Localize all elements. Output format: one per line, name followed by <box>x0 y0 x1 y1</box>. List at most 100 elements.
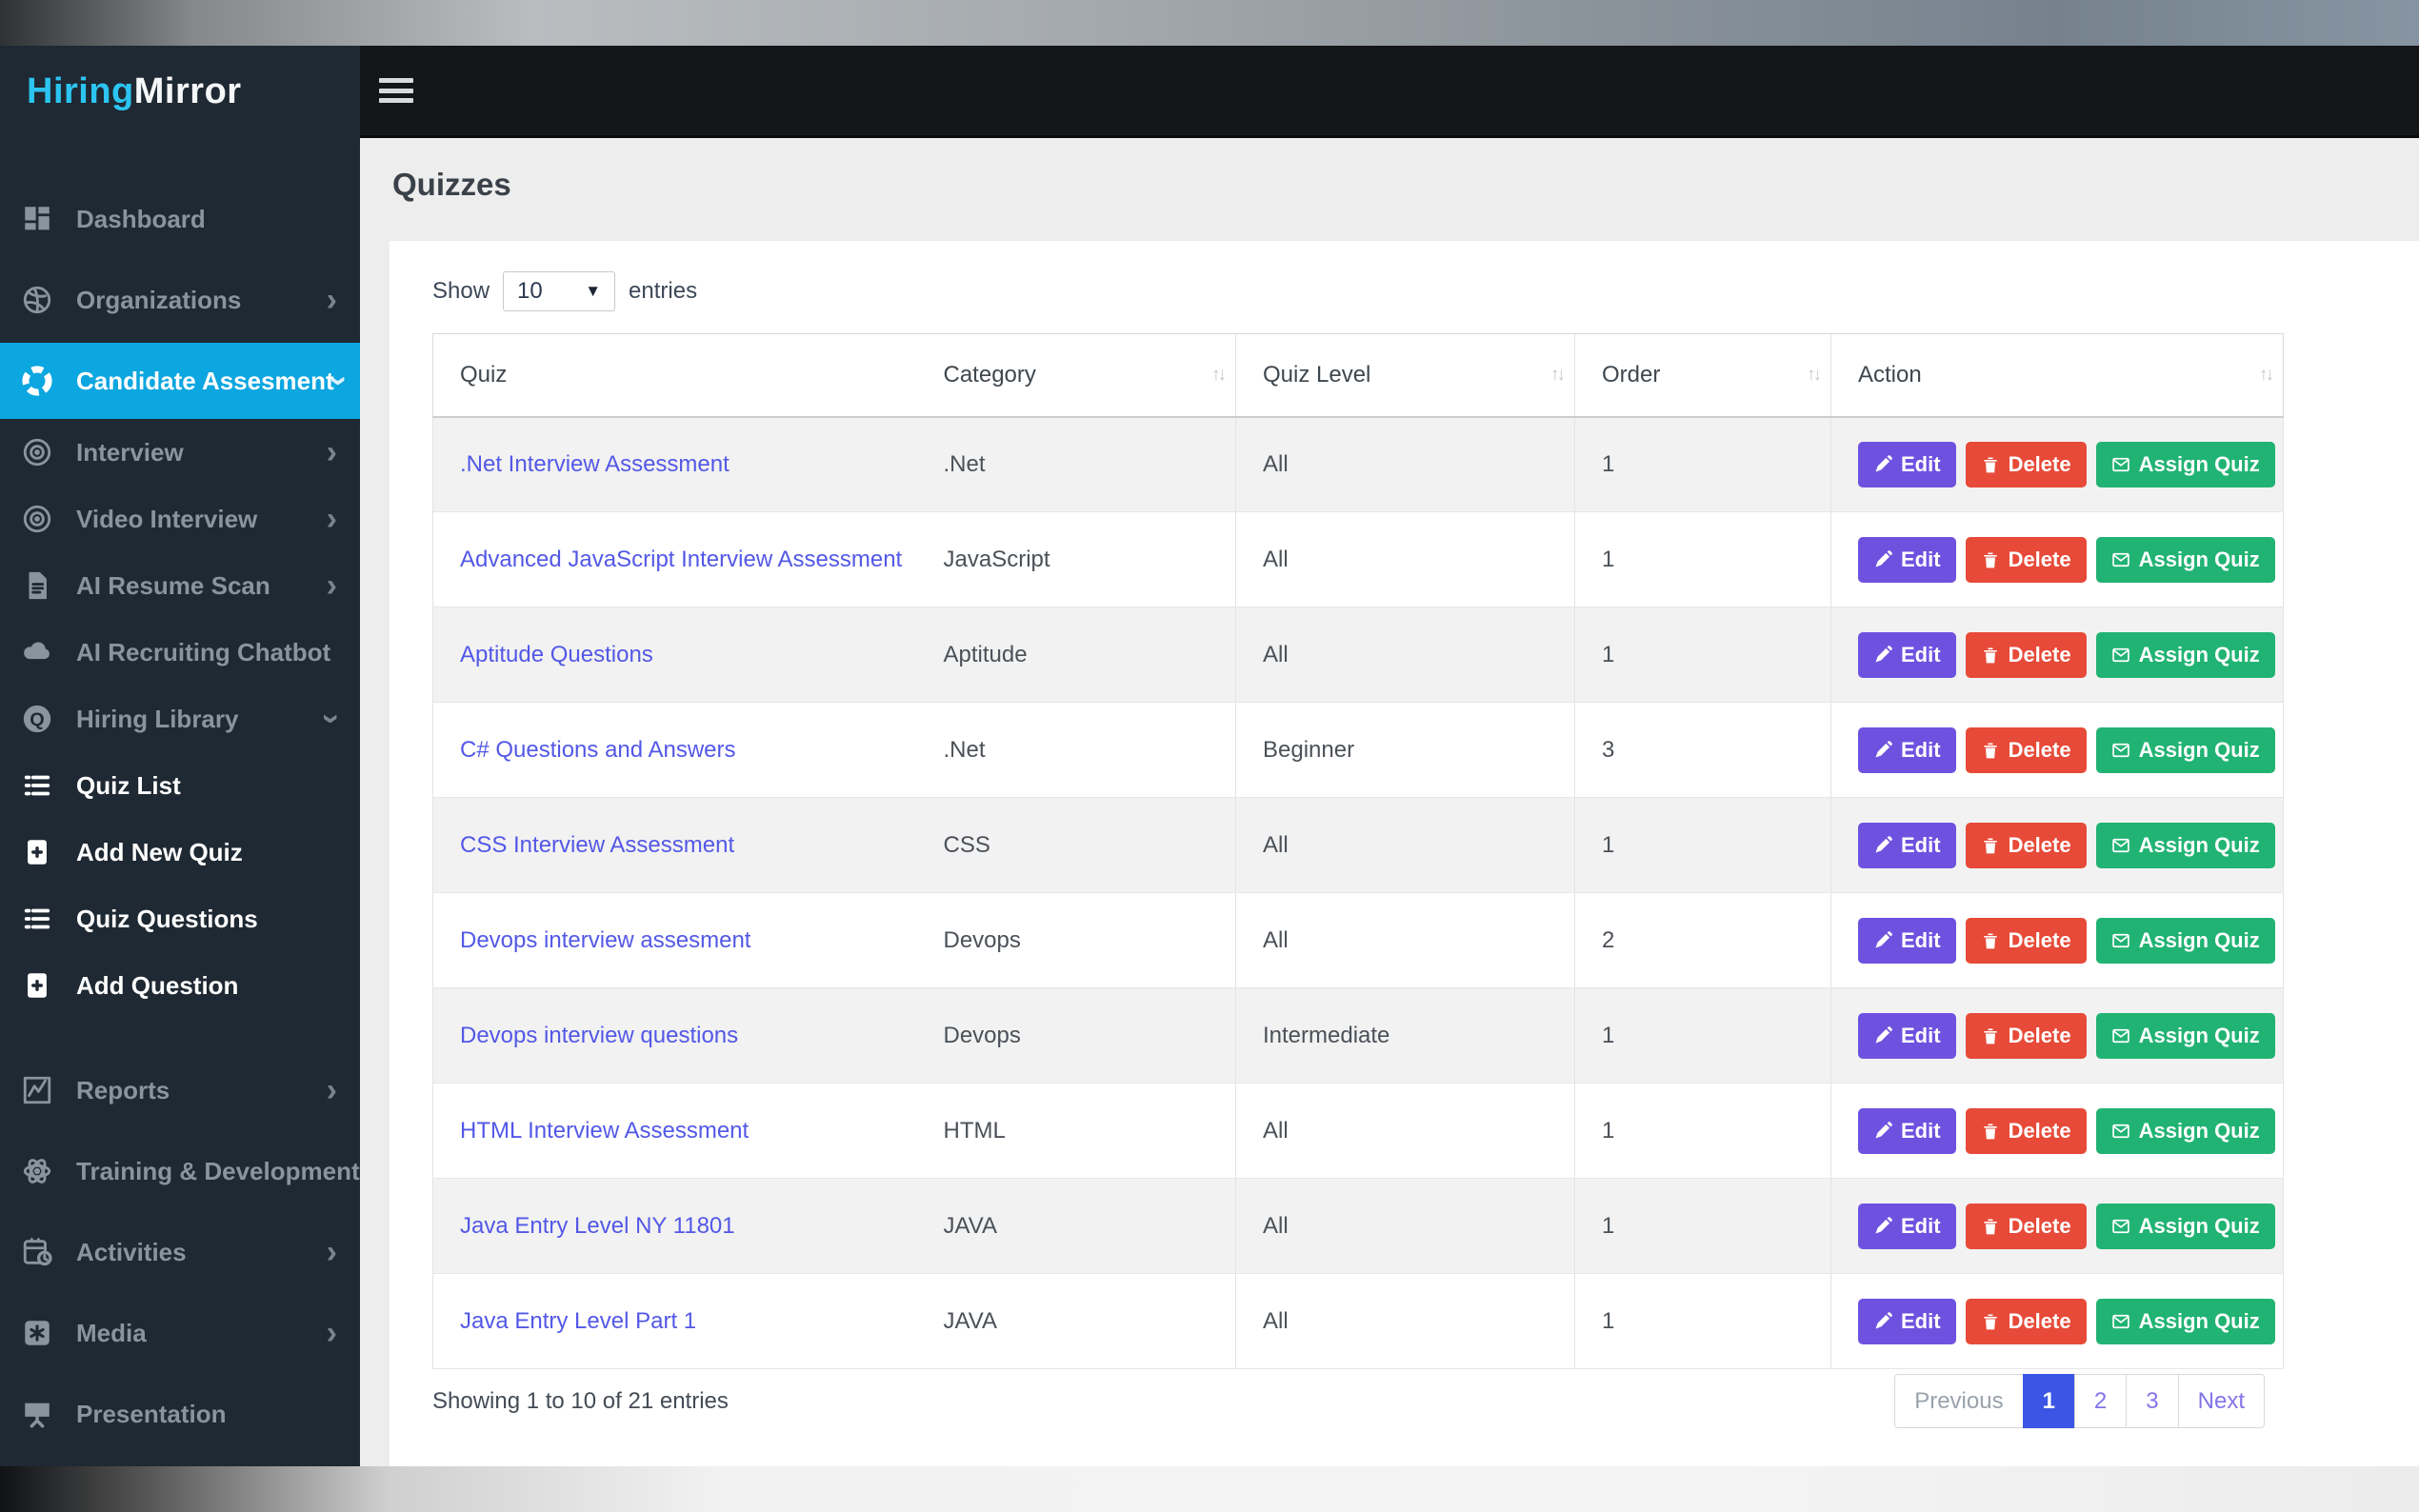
sidebar-item-candidate-assesment[interactable]: Candidate Assesment › <box>0 343 360 419</box>
edit-button[interactable]: Edit <box>1858 631 1956 678</box>
assign-quiz-button[interactable]: Assign Quiz <box>2095 631 2275 678</box>
assign-quiz-button[interactable]: Assign Quiz <box>2095 822 2275 868</box>
delete-button[interactable]: Delete <box>1965 536 2087 583</box>
sidebar-item-quiz-questions[interactable]: Quiz Questions <box>0 885 360 952</box>
edit-button[interactable]: Edit <box>1858 1203 1956 1249</box>
delete-button[interactable]: Delete <box>1965 822 2087 868</box>
sidebar-item-interview[interactable]: Interview › <box>0 419 360 486</box>
page-button-1[interactable]: 1 <box>2022 1374 2075 1428</box>
quiz-link[interactable]: CSS Interview Assessment <box>460 832 734 858</box>
delete-button[interactable]: Delete <box>1965 1203 2087 1249</box>
column-header-order[interactable]: Order ↑↓ <box>1574 333 1831 418</box>
table-row: Aptitude Questions Aptitude All 1 Edit Delete… <box>432 607 2284 703</box>
sidebar-item-ai-recruiting-chatbot[interactable]: AI Recruiting Chatbot <box>0 619 360 686</box>
delete-button[interactable]: Delete <box>1965 1107 2087 1154</box>
page-size-select[interactable]: 10 ▼ <box>503 271 616 311</box>
app-logo[interactable]: Hiring Mirror <box>0 46 360 138</box>
quiz-link[interactable]: Advanced JavaScript Interview Assessment <box>460 547 902 572</box>
action-cell: Edit Delete Assign Quiz <box>1830 702 2284 798</box>
sidebar-item-add-new-quiz[interactable]: Add New Quiz <box>0 819 360 885</box>
sidebar-item-quiz-list[interactable]: Quiz List <box>0 752 360 819</box>
edit-button[interactable]: Edit <box>1858 1012 1956 1059</box>
sidebar-item-organizations[interactable]: Organizations › <box>0 267 360 333</box>
delete-button[interactable]: Delete <box>1965 1298 2087 1344</box>
interview-icon <box>19 434 55 470</box>
quiz-level-cell: All <box>1235 511 1575 607</box>
edit-button[interactable]: Edit <box>1858 1107 1956 1154</box>
pencil-icon <box>1873 1311 1892 1331</box>
quiz-level-cell: All <box>1235 416 1575 512</box>
chevron-right-icon: › <box>326 501 337 537</box>
assign-quiz-button[interactable]: Assign Quiz <box>2095 1298 2275 1344</box>
sidebar-item-media[interactable]: Media › <box>0 1300 360 1366</box>
quiz-link[interactable]: Java Entry Level NY 11801 <box>460 1213 735 1239</box>
hamburger-icon[interactable] <box>379 78 413 103</box>
quiz-link[interactable]: Devops interview questions <box>460 1023 738 1048</box>
add-new-quiz-icon <box>19 834 55 870</box>
action-cell: Edit Delete Assign Quiz <box>1830 416 2284 512</box>
sidebar-item-dashboard[interactable]: Dashboard <box>0 186 360 252</box>
envelope-icon <box>2111 455 2130 474</box>
pencil-icon <box>1873 740 1892 760</box>
column-header-quiz-level[interactable]: Quiz Level ↑↓ <box>1235 333 1575 418</box>
chevron-right-icon: › <box>326 434 337 470</box>
edit-button[interactable]: Edit <box>1858 726 1956 773</box>
delete-button[interactable]: Delete <box>1965 917 2087 964</box>
assign-quiz-button[interactable]: Assign Quiz <box>2095 917 2275 964</box>
sidebar-item-reports[interactable]: Reports › <box>0 1057 360 1124</box>
assign-quiz-button[interactable]: Assign Quiz <box>2095 1107 2275 1154</box>
column-header-label: Quiz <box>460 361 508 388</box>
delete-button[interactable]: Delete <box>1965 441 2087 487</box>
assign-quiz-button[interactable]: Assign Quiz <box>2095 1012 2275 1059</box>
sidebar-item-presentation[interactable]: Presentation <box>0 1381 360 1447</box>
column-header-quiz[interactable]: Quiz <box>432 333 917 418</box>
sidebar-item-hiring-library[interactable]: Q Hiring Library › <box>0 686 360 752</box>
action-cell: Edit Delete Assign Quiz <box>1830 892 2284 988</box>
column-header-action[interactable]: Action ↑↓ <box>1830 333 2284 418</box>
page-button-next[interactable]: Next <box>2177 1374 2265 1428</box>
sidebar-item-label: AI Resume Scan <box>76 570 270 600</box>
assign-quiz-button[interactable]: Assign Quiz <box>2095 536 2275 583</box>
edit-button[interactable]: Edit <box>1858 536 1956 583</box>
column-header-category[interactable]: Category ↑↓ <box>916 333 1236 418</box>
sidebar-item-training-development[interactable]: Training & Development› <box>0 1138 360 1204</box>
quiz-link[interactable]: Java Entry Level Part 1 <box>460 1308 696 1334</box>
sidebar-item-label: Organizations <box>76 285 242 314</box>
sidebar-item-add-question[interactable]: Add Question <box>0 952 360 1019</box>
quiz-level-cell: Intermediate <box>1235 987 1575 1084</box>
sidebar-item-ai-resume-scan[interactable]: AI Resume Scan › <box>0 552 360 619</box>
quiz-link[interactable]: HTML Interview Assessment <box>460 1118 749 1144</box>
edit-button[interactable]: Edit <box>1858 1298 1956 1344</box>
assign-quiz-button[interactable]: Assign Quiz <box>2095 1203 2275 1249</box>
category-cell: Devops <box>916 987 1236 1084</box>
trash-icon <box>1981 455 2000 474</box>
pencil-icon <box>1873 645 1892 665</box>
table-row: Devops interview questions Devops Intermed… <box>432 987 2284 1084</box>
edit-button[interactable]: Edit <box>1858 917 1956 964</box>
chevron-down-icon: › <box>313 713 350 725</box>
action-cell: Edit Delete Assign Quiz <box>1830 987 2284 1084</box>
page-button-previous[interactable]: Previous <box>1894 1374 2024 1428</box>
page-button-3[interactable]: 3 <box>2126 1374 2179 1428</box>
entries-label: entries <box>629 278 698 304</box>
action-cell: Edit Delete Assign Quiz <box>1830 607 2284 703</box>
letterbox-bottom <box>0 1466 2419 1512</box>
delete-button[interactable]: Delete <box>1965 631 2087 678</box>
sidebar-item-label: Video Interview <box>76 504 258 533</box>
sidebar-item-video-interview[interactable]: Video Interview › <box>0 486 360 552</box>
edit-button[interactable]: Edit <box>1858 822 1956 868</box>
assign-quiz-button[interactable]: Assign Quiz <box>2095 441 2275 487</box>
delete-button[interactable]: Delete <box>1965 1012 2087 1059</box>
quiz-link[interactable]: C# Questions and Answers <box>460 737 736 763</box>
quiz-link[interactable]: .Net Interview Assessment <box>460 451 730 477</box>
page-button-2[interactable]: 2 <box>2073 1374 2128 1428</box>
delete-button[interactable]: Delete <box>1965 726 2087 773</box>
edit-button[interactable]: Edit <box>1858 441 1956 487</box>
sidebar-item-activities[interactable]: Activities › <box>0 1219 360 1285</box>
quiz-questions-icon <box>19 901 55 937</box>
quiz-cell: Aptitude Questions <box>432 607 917 703</box>
quiz-link[interactable]: Devops interview assesment <box>460 927 750 953</box>
assign-quiz-button[interactable]: Assign Quiz <box>2095 726 2275 773</box>
quiz-cell: Java Entry Level Part 1 <box>432 1273 917 1369</box>
quiz-link[interactable]: Aptitude Questions <box>460 642 653 667</box>
